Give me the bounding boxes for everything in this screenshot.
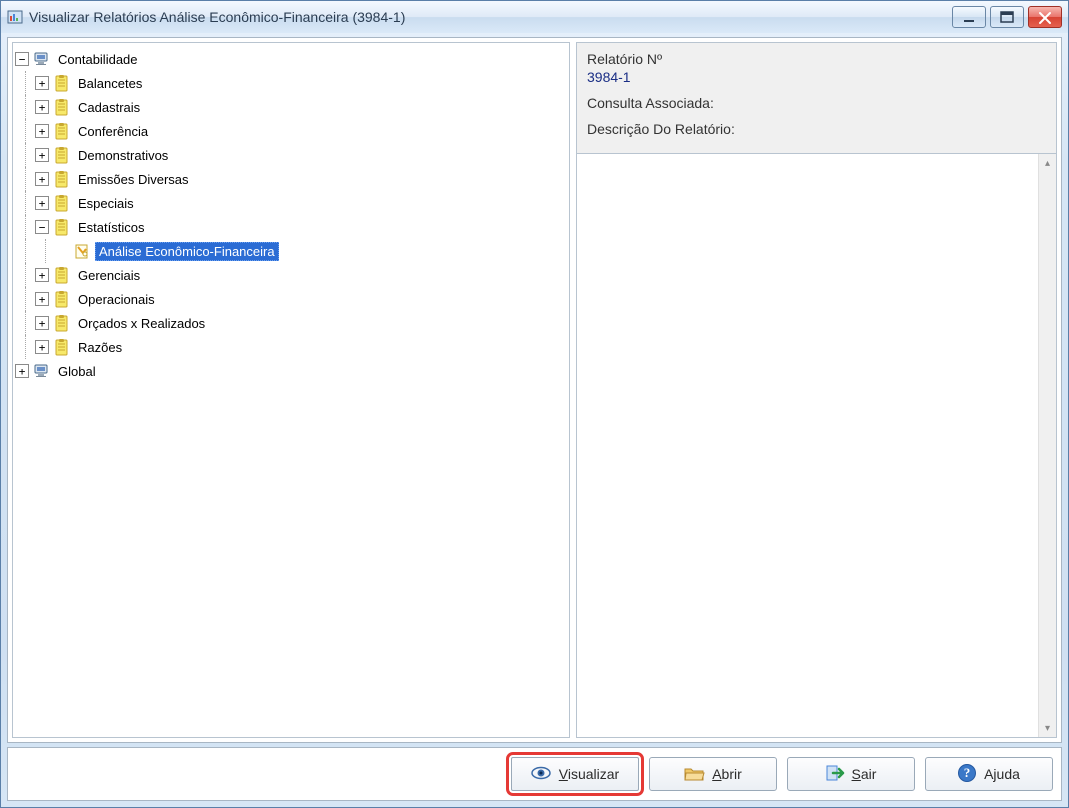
computer-icon [33, 362, 51, 380]
clipboard-icon [53, 74, 71, 92]
eye-icon [531, 765, 551, 784]
tree-item[interactable]: − Estatísticos [15, 215, 567, 239]
clipboard-icon [53, 314, 71, 332]
tree-label-gerenciais: Gerenciais [75, 267, 143, 284]
info-header: Relatório Nº 3984-1 Consulta Associada: … [576, 42, 1057, 153]
visualizar-label: Visualizar [559, 766, 619, 782]
description-text[interactable] [577, 154, 1038, 737]
folder-open-icon [684, 765, 704, 784]
clipboard-icon [53, 338, 71, 356]
tree-expander[interactable]: + [35, 196, 49, 210]
tree-item[interactable]: + Especiais [15, 191, 567, 215]
tree-label-demonstrativos: Demonstrativos [75, 147, 171, 164]
tree-expander[interactable]: − [35, 220, 49, 234]
help-icon [958, 764, 976, 785]
tree-label-emiss-es-diversas: Emissões Diversas [75, 171, 192, 188]
exit-icon [826, 764, 844, 785]
tree-label-global: Global [55, 363, 99, 380]
tree-item[interactable]: + Demonstrativos [15, 143, 567, 167]
sair-label: Sair [852, 766, 877, 782]
tree-expander[interactable]: + [35, 316, 49, 330]
info-pane: Relatório Nº 3984-1 Consulta Associada: … [576, 42, 1057, 738]
tree-item[interactable]: + Cadastrais [15, 95, 567, 119]
tree-label-estat-sticos: Estatísticos [75, 219, 147, 236]
tree-expander[interactable]: + [35, 292, 49, 306]
clipboard-icon [53, 194, 71, 212]
tree-label-or-ados-x-realizados: Orçados x Realizados [75, 315, 208, 332]
ajuda-button[interactable]: Ajuda [925, 757, 1053, 791]
tree-item[interactable]: + Emissões Diversas [15, 167, 567, 191]
minimize-button[interactable] [952, 6, 986, 28]
report-icon [73, 242, 91, 260]
ajuda-label: Ajuda [984, 766, 1020, 782]
tree-label-analise-economico-financeira: Análise Econômico-Financeira [95, 242, 279, 261]
maximize-button[interactable] [990, 6, 1024, 28]
clipboard-icon [53, 170, 71, 188]
close-button[interactable] [1028, 6, 1062, 28]
tree-item[interactable]: + Global [15, 359, 567, 383]
tree-label-operacionais: Operacionais [75, 291, 158, 308]
value-report-number: 3984-1 [587, 69, 1046, 85]
tree-item[interactable]: + Balancetes [15, 71, 567, 95]
tree-label-especiais: Especiais [75, 195, 137, 212]
tree-expander[interactable]: + [35, 172, 49, 186]
tree-item[interactable]: + Razões [15, 335, 567, 359]
tree-expander[interactable]: − [15, 52, 29, 66]
label-report-number: Relatório Nº [587, 51, 1046, 67]
tree-item[interactable]: + Orçados x Realizados [15, 311, 567, 335]
app-icon [7, 9, 23, 25]
abrir-label: Abrir [712, 766, 742, 782]
visualizar-button[interactable]: Visualizar [511, 757, 639, 791]
clipboard-icon [53, 266, 71, 284]
clipboard-icon [53, 290, 71, 308]
description-area: ▴ ▾ [576, 153, 1057, 738]
computer-icon [33, 50, 51, 68]
titlebar[interactable]: Visualizar Relatórios Análise Econômico-… [1, 1, 1068, 33]
tree-expander[interactable]: + [35, 340, 49, 354]
tree-pane[interactable]: − Contabilidade + Balancetes + Cadastrais + Con… [12, 42, 570, 738]
tree-label-balancetes: Balancetes [75, 75, 145, 92]
scroll-up-icon[interactable]: ▴ [1039, 154, 1056, 172]
tree-expander-none [55, 244, 69, 258]
sair-button[interactable]: Sair [787, 757, 915, 791]
label-consulta-associada: Consulta Associada: [587, 95, 1046, 111]
tree-expander[interactable]: + [35, 148, 49, 162]
tree-item[interactable]: + Conferência [15, 119, 567, 143]
tree-item[interactable]: Análise Econômico-Financeira [15, 239, 567, 263]
tree-label-confer-ncia: Conferência [75, 123, 151, 140]
description-scrollbar[interactable]: ▴ ▾ [1038, 154, 1056, 737]
label-descricao: Descrição Do Relatório: [587, 121, 1046, 137]
clipboard-icon [53, 122, 71, 140]
tree-expander[interactable]: + [35, 124, 49, 138]
scroll-down-icon[interactable]: ▾ [1039, 719, 1056, 737]
tree-expander[interactable]: + [35, 76, 49, 90]
window-title: Visualizar Relatórios Análise Econômico-… [29, 9, 952, 25]
tree-label-contabilidade: Contabilidade [55, 51, 141, 68]
footer-toolbar: Visualizar Abrir Sair Ajuda [7, 747, 1062, 801]
clipboard-icon [53, 146, 71, 164]
tree-item[interactable]: + Gerenciais [15, 263, 567, 287]
tree-label-cadastrais: Cadastrais [75, 99, 143, 116]
clipboard-icon [53, 218, 71, 236]
tree-item[interactable]: + Operacionais [15, 287, 567, 311]
client-area: − Contabilidade + Balancetes + Cadastrais + Con… [7, 37, 1062, 743]
tree-expander[interactable]: + [35, 268, 49, 282]
window: Visualizar Relatórios Análise Econômico-… [0, 0, 1069, 808]
tree-label-raz-es: Razões [75, 339, 125, 356]
clipboard-icon [53, 98, 71, 116]
tree-expander[interactable]: + [15, 364, 29, 378]
abrir-button[interactable]: Abrir [649, 757, 777, 791]
tree-item[interactable]: − Contabilidade [15, 47, 567, 71]
tree-expander[interactable]: + [35, 100, 49, 114]
